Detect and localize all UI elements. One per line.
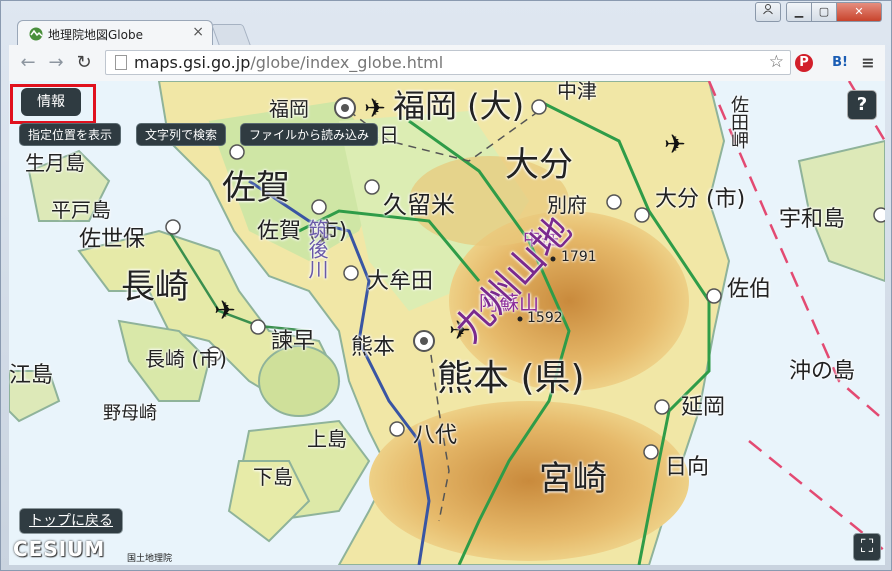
- place-label: 日向: [665, 455, 710, 480]
- forward-button[interactable]: →: [45, 52, 67, 74]
- cesium-logo-text: CESIUM: [13, 537, 106, 561]
- tab-title: 地理院地図Globe: [48, 28, 143, 42]
- place-label: 佐賀: [222, 168, 290, 208]
- minimize-button[interactable]: ▁: [786, 2, 812, 22]
- gsi-globe-icon: [29, 27, 43, 41]
- page-icon: [115, 55, 127, 70]
- browser-tab[interactable]: 地理院地図Globe ×: [17, 20, 213, 46]
- place-label: 長崎: [121, 267, 189, 307]
- user-profile-button[interactable]: [755, 2, 781, 22]
- back-button[interactable]: ←: [17, 52, 39, 74]
- place-label: 諫早: [271, 329, 316, 354]
- place-label: 佐伯: [727, 277, 772, 302]
- place-label: 宮崎: [539, 459, 607, 499]
- help-button[interactable]: ?: [847, 90, 877, 120]
- svg-text:✈: ✈: [214, 296, 236, 326]
- place-label: 大分: [505, 145, 573, 185]
- address-bar[interactable]: maps.gsi.go.jp/globe/index_globe.html ☆: [105, 50, 791, 75]
- place-label: 久留米: [383, 191, 455, 219]
- place-label: 1592: [527, 310, 563, 326]
- show-location-button[interactable]: 指定位置を表示: [19, 123, 122, 146]
- tab-close-button[interactable]: ×: [192, 24, 204, 40]
- place-label: 福岡: [269, 97, 309, 121]
- place-label: 大牟田: [367, 269, 434, 294]
- place-label: 下島: [253, 465, 293, 489]
- maximize-button[interactable]: ▢: [811, 2, 837, 22]
- place-label: 筑後川: [305, 219, 329, 279]
- url-text: maps.gsi.go.jp/globe/index_globe.html: [134, 53, 444, 72]
- place-label: 熊本 (県): [437, 358, 585, 399]
- fullscreen-icon[interactable]: ⛶: [853, 533, 881, 561]
- place-label: 八代: [413, 423, 458, 448]
- chrome-menu-icon[interactable]: ≡: [859, 54, 877, 72]
- bookmark-star-icon[interactable]: ☆: [769, 52, 784, 72]
- svg-text:✈: ✈: [664, 130, 686, 160]
- place-label: 沖の島: [789, 359, 856, 384]
- place-label: 長崎 (市): [145, 347, 227, 371]
- close-window-button[interactable]: ✕: [836, 2, 882, 22]
- place-label: 福岡 (大): [393, 87, 525, 125]
- reload-button[interactable]: ↻: [73, 52, 95, 74]
- hatena-bookmark-extension-icon[interactable]: B!: [831, 54, 849, 72]
- new-tab-button[interactable]: [210, 24, 252, 46]
- text-search-button[interactable]: 文字列で検索: [136, 123, 227, 146]
- place-label: 熊本: [351, 335, 396, 360]
- place-label: 宇和島: [779, 207, 846, 232]
- place-label: 平戸島: [51, 198, 111, 222]
- place-label: 野母崎: [103, 403, 157, 424]
- place-label: 大分 (市): [655, 187, 746, 212]
- pocket-extension-icon[interactable]: P: [795, 54, 813, 72]
- place-label: 生月島: [25, 151, 85, 175]
- browser-window: 地理院地図Globe × ▁ ▢ ✕ ← → ↻ maps.gsi.go.jp/…: [0, 0, 892, 571]
- back-to-top-button[interactable]: トップに戻る: [19, 508, 123, 534]
- load-file-button[interactable]: ファイルから読み込み: [240, 123, 379, 146]
- place-label: 上島: [307, 427, 347, 451]
- place-label: 延岡: [681, 395, 726, 420]
- attribution-text: 国土地理院: [127, 554, 173, 564]
- user-icon: [763, 4, 773, 15]
- place-label: 佐田岬: [728, 95, 749, 149]
- place-label: 江島: [9, 363, 54, 388]
- browser-toolbar: ← → ↻ maps.gsi.go.jp/globe/index_globe.h…: [9, 45, 885, 82]
- globe-map-viewport[interactable]: ✈ ✈ ✈ ✈ ✈ 福岡 福岡 (大) 中津 春日 生月島 佐賀 大分 佐田岬 …: [9, 81, 885, 565]
- place-label: 中津: [557, 81, 597, 103]
- highlight-box: [10, 84, 96, 124]
- place-label: 佐世保: [79, 227, 146, 252]
- cesium-logo[interactable]: CESIUM: [13, 537, 105, 561]
